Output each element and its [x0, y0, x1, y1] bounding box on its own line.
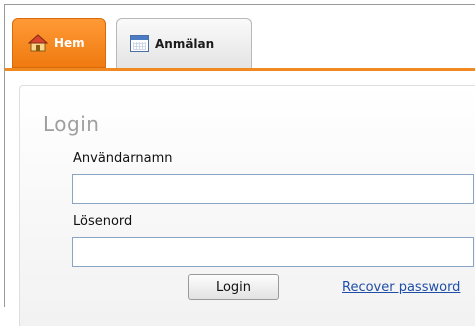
tab-bar: Hem Anmälan: [5, 5, 475, 71]
password-label: Lösenord: [73, 214, 133, 229]
tab-hem[interactable]: Hem: [12, 18, 106, 68]
recover-password-link[interactable]: Recover password: [342, 280, 460, 295]
calendar-icon: [130, 35, 149, 52]
house-icon: [27, 34, 49, 52]
login-button[interactable]: Login: [188, 274, 279, 300]
tab-anmalan-label: Anmälan: [155, 36, 215, 51]
tab-hem-label: Hem: [54, 36, 85, 50]
tab-underline: [5, 68, 475, 71]
login-panel: Login Användarnamn Lösenord Login Recove…: [19, 85, 475, 326]
login-title: Login: [43, 112, 100, 136]
username-field[interactable]: [72, 174, 474, 204]
username-label: Användarnamn: [73, 151, 173, 166]
app-frame: Hem Anmälan Login Användarnamn Lösenord …: [4, 4, 475, 326]
password-field[interactable]: [72, 237, 474, 267]
tab-anmalan[interactable]: Anmälan: [116, 18, 252, 68]
